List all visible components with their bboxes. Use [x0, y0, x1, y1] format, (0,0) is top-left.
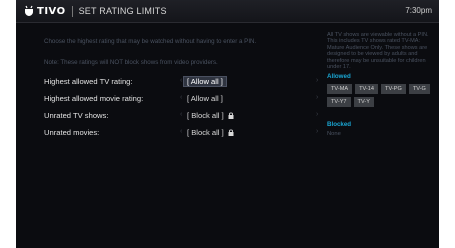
note-text: Note: These ratings will NOT block shows…	[44, 59, 218, 66]
chevron-right-icon[interactable]: ›	[316, 128, 318, 135]
chevron-right-icon[interactable]: ›	[316, 94, 318, 101]
row-value-wrap[interactable]: [ Block all ]	[187, 128, 234, 137]
row-label: Highest allowed TV rating:	[44, 77, 133, 86]
blocked-value: None	[327, 131, 341, 138]
lock-icon	[228, 112, 234, 119]
rating-description: All TV shows are viewable without a PIN.…	[327, 32, 429, 71]
row-value[interactable]: [ Allow all ]	[183, 76, 227, 87]
lock-icon	[228, 129, 234, 136]
rating-info-panel: All TV shows are viewable without a PIN.…	[327, 32, 435, 137]
chevron-left-icon[interactable]: ‹	[180, 111, 182, 118]
page-title: SET RATING LIMITS	[78, 6, 167, 16]
allowed-ratings-list: TV-MA TV-14 TV-PG TV-G TV-Y7 TV-Y	[327, 84, 433, 108]
rating-chip: TV-MA	[327, 84, 353, 95]
chevron-right-icon[interactable]: ›	[316, 77, 318, 84]
chevron-right-icon[interactable]: ›	[316, 111, 318, 118]
rating-chip: TV-PG	[381, 84, 406, 95]
row-unrated-tv-shows[interactable]: Unrated TV shows: ‹ [ Block all ] ›	[44, 111, 334, 122]
tivo-guy-icon	[25, 5, 33, 16]
row-label: Unrated TV shows:	[44, 111, 109, 120]
clock: 7:30pm	[405, 6, 432, 15]
chevron-left-icon[interactable]: ‹	[180, 128, 182, 135]
allowed-heading: Allowed	[327, 73, 351, 81]
blocked-heading: Blocked	[327, 121, 352, 129]
row-value: [ Block all ]	[187, 128, 224, 137]
row-unrated-movies[interactable]: Unrated movies: ‹ [ Block all ] ›	[44, 128, 334, 139]
row-highest-tv-rating[interactable]: Highest allowed TV rating: ‹ [ Allow all…	[44, 76, 334, 88]
row-value: [ Block all ]	[187, 111, 224, 120]
chevron-left-icon[interactable]: ‹	[180, 94, 182, 101]
row-label: Unrated movies:	[44, 128, 100, 137]
rating-chip: TV-G	[408, 84, 430, 95]
rating-chip: TV-14	[355, 84, 379, 95]
row-value-wrap[interactable]: [ Block all ]	[187, 111, 234, 120]
rating-chip: TV-Y7	[327, 97, 351, 108]
row-value[interactable]: [ Allow all ]	[187, 94, 223, 103]
logo: TIVO SET RATING LIMITS	[24, 5, 167, 17]
logo-text: TIVO	[37, 5, 66, 17]
instructions-text: Choose the highest rating that may be wa…	[44, 38, 257, 45]
row-label: Highest allowed movie rating:	[44, 94, 144, 103]
title-divider	[71, 5, 73, 17]
tv-screen: TIVO SET RATING LIMITS 7:30pm Choose the…	[16, 0, 439, 248]
top-bar: TIVO SET RATING LIMITS 7:30pm	[16, 0, 439, 23]
chevron-left-icon[interactable]: ‹	[180, 77, 182, 84]
rating-chip: TV-Y	[353, 97, 374, 108]
row-highest-movie-rating[interactable]: Highest allowed movie rating: ‹ [ Allow …	[44, 94, 334, 105]
